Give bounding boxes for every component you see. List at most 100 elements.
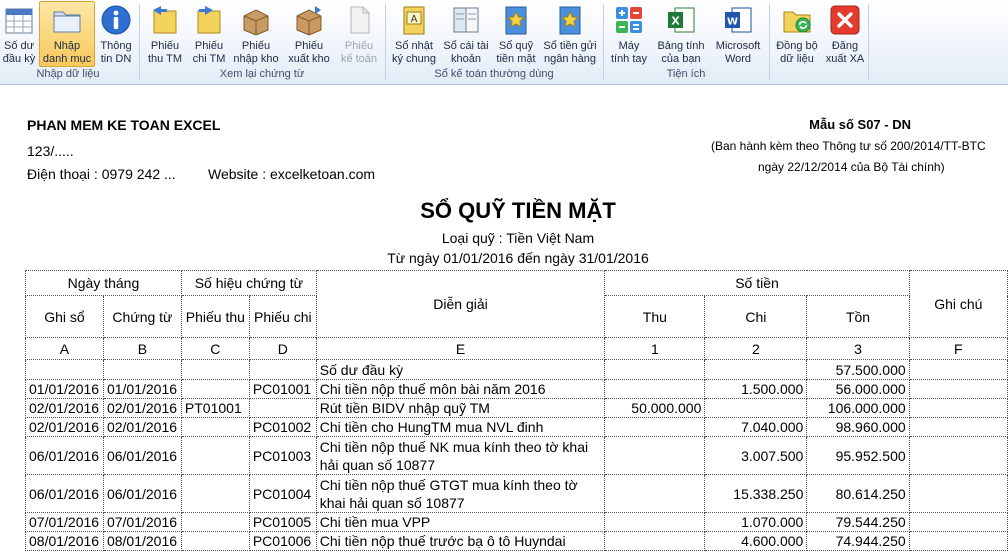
cell-description: Chi tiền nộp thuế môn bài năm 2016 [315,379,606,399]
cell-payment-amount: 1.070.000 [704,512,808,532]
cash-payment-button[interactable]: Phiếu chi TM [188,1,230,67]
ledger-icon [453,7,479,33]
cell-payment-no: PC01001 [248,379,317,399]
general-ledger-button[interactable]: Sổ cái tài khoản [440,1,492,67]
opening-balance-row: Số dư đầu kỳ 57.500.000 [25,359,1008,380]
cell-posting-date: 06/01/2016 [25,474,104,513]
cell-posting-date: 07/01/2016 [25,512,104,532]
cell-note [908,436,1008,475]
enter-catalog-label: Nhập danh mục [42,40,92,65]
opening-balance-button[interactable]: Số dư đầu kỳ [0,1,38,67]
cell-posting-date: 06/01/2016 [25,436,104,475]
cash-book-button[interactable]: Sổ quỹ tiền mặt [492,1,540,67]
cell-receipt-no [180,474,250,513]
cell-receipt-no [180,531,250,551]
opening-balance-amount: 57.500.000 [806,359,910,380]
column-code: 2 [704,337,808,360]
accounting-voucher-label: Phiếu kế toán [340,40,378,65]
group-utilities: Máy tính tay X Bảng tính của bạn W Micro… [606,0,766,84]
calculator-button[interactable]: Máy tính tay [606,1,652,67]
cell-receipt-amount [604,417,706,437]
table-row: 06/01/2016 06/01/2016 PC01004 Chi tiền nộp … [25,474,1008,513]
opening-balance-desc: Số dư đầu kỳ [315,359,606,380]
svg-text:W: W [727,17,738,28]
cell-balance: 95.952.500 [806,436,910,475]
sync-data-button[interactable]: Đồng bộ dữ liệu [772,1,822,67]
general-journal-button[interactable]: A Sổ nhật ký chung [388,1,440,67]
microsoft-word-button[interactable]: W Microsoft Word [710,1,766,67]
column-code: D [248,337,317,360]
your-spreadsheet-label: Bảng tính của bạn [657,40,705,65]
header-receipts: Thu [604,295,706,338]
cell-payment-amount [704,398,808,418]
opening-balance-label: Số dư đầu kỳ [2,40,36,65]
cell-note [908,531,1008,551]
cell-description: Chi tiền cho HungTM mua NVL đinh [315,417,606,437]
report-period: Từ ngày 01/01/2016 đến ngày 31/01/2016 [387,250,649,266]
decree-line-1: (Ban hành kèm theo Thông tư số 200/2014/… [711,139,986,153]
cell-receipt-no [180,436,250,475]
document-icon [350,6,370,34]
calculator-icon [616,7,642,33]
cell-payment-no: PC01003 [248,436,317,475]
cell-description: Rút tiền BIDV nhập quỹ TM [315,398,606,418]
group-review-vouchers: Phiếu thu TM Phiếu chi TM Phiếu nhập kho… [142,0,382,84]
cell-receipt-no [180,512,250,532]
decree-line-2: ngày 22/12/2014 của Bộ Tài chính) [758,160,945,174]
column-code: F [908,337,1008,360]
stock-out-label: Phiếu xuất kho [288,40,330,65]
info-icon [101,5,131,35]
general-ledger-label: Sổ cái tài khoản [443,40,489,65]
cell-balance: 56.000.000 [806,379,910,399]
cell-receipt-amount [604,474,706,513]
receipt-out-icon [197,6,221,34]
cell-note [908,512,1008,532]
bank-book-button[interactable]: Sổ tiền gửi ngân hàng [540,1,600,67]
cell-balance: 98.960.000 [806,417,910,437]
your-spreadsheet-button[interactable]: X Bảng tính của bạn [652,1,710,67]
cash-receipt-label: Phiếu thu TM [147,40,183,65]
cell-posting-date: 08/01/2016 [25,531,104,551]
cell-receipt-amount [604,379,706,399]
company-info-button[interactable]: Thông tin DN [96,1,136,67]
group-label-data-entry: Nhập dữ liệu [36,68,100,80]
accounting-voucher-button[interactable]: Phiếu kế toán [336,1,382,67]
general-journal-label: Sổ nhật ký chung [391,40,437,65]
cash-book-label: Sổ quỹ tiền mặt [496,40,536,65]
folder-icon [53,11,81,33]
report-title: SỔ QUỸ TIỀN MẶT [420,198,616,223]
cell-balance: 80.614.250 [806,474,910,513]
cash-payment-label: Phiếu chi TM [192,40,226,65]
enter-catalog-button[interactable]: Nhập danh mục [39,1,95,67]
header-balance: Tồn [806,295,910,338]
microsoft-word-label: Microsoft Word [715,40,761,65]
form-number: Mẫu số S07 - DN [809,117,911,132]
cell-voucher-date: 07/01/2016 [102,512,182,532]
column-code: 3 [806,337,910,360]
cell-note [908,474,1008,513]
cell-voucher-date: 06/01/2016 [102,436,182,475]
cell-receipt-amount [604,436,706,475]
calculator-label: Máy tính tay [610,40,648,65]
stock-in-label: Phiếu nhập kho [233,40,279,65]
cell-payment-amount: 4.600.000 [704,531,808,551]
cell-note [908,417,1008,437]
cell-note [908,379,1008,399]
group-label-review-vouchers: Xem lại chứng từ [219,68,305,80]
stock-in-button[interactable]: Phiếu nhập kho [230,1,282,67]
cell-receipt-no [180,379,250,399]
table-row: 02/01/2016 02/01/2016 PC01002 Chi tiền cho … [25,417,1008,437]
cash-ledger-table: Ngày tháng Số hiệu chứng từ Diễn giải Số… [25,270,1008,551]
cell-payment-no: PC01005 [248,512,317,532]
stock-out-button[interactable]: Phiếu xuất kho [282,1,336,67]
cell-payment-no [248,398,317,418]
cell-note [908,398,1008,418]
logout-button[interactable]: Đăng xuất XA [822,1,868,67]
cell-description: Chi tiền mua VPP [315,512,606,532]
header-voucher-date: Chứng từ [102,295,182,338]
cash-receipt-button[interactable]: Phiếu thu TM [142,1,188,67]
column-code: A [25,337,104,360]
excel-icon: X [668,7,695,33]
group-data-entry: Số dư đầu kỳ Nhập danh mục Thông tin DN … [0,0,136,84]
company-website: Website : excelketoan.com [208,166,376,182]
